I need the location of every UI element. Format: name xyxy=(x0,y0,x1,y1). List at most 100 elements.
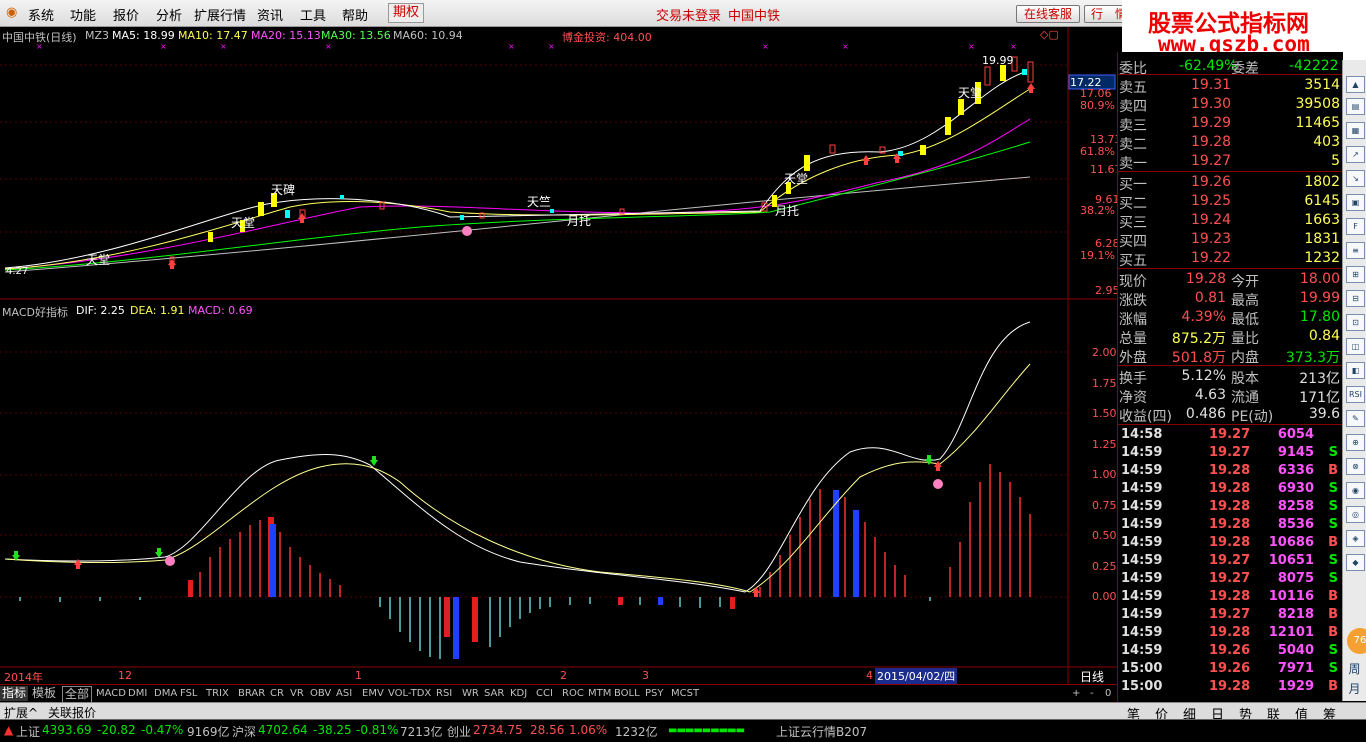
rsi-icon[interactable]: RSI xyxy=(1346,386,1365,403)
signal-bars-icon: ▬▬▬▬▬▬▬▬▬ xyxy=(668,725,745,736)
scroll-up-icon[interactable]: ▲ xyxy=(1346,76,1365,93)
date-label: 2 xyxy=(560,669,567,682)
svg-text:×: × xyxy=(160,42,167,51)
hs-name[interactable]: 沪深 xyxy=(232,723,256,740)
tab-psy[interactable]: PSY xyxy=(643,686,666,701)
toolbar-icon[interactable]: ⊟ xyxy=(1346,290,1365,307)
tick-side: B xyxy=(1328,589,1338,604)
menu-extended-market[interactable]: 扩展行情 xyxy=(194,5,246,24)
tick-row: 14:59 19.28 12101 B xyxy=(1117,625,1342,643)
toolbar-label[interactable]: 周 xyxy=(1346,662,1363,677)
tab-wr[interactable]: WR xyxy=(460,686,481,701)
toolbar-icon[interactable]: ◈ xyxy=(1346,530,1365,547)
stat-row: 总量 875.2万 量比 0.84 xyxy=(1119,328,1340,347)
chart-area[interactable]: × × × × × × × × × × xyxy=(0,27,1117,684)
badge-count[interactable]: 76 xyxy=(1347,628,1366,654)
tab-template[interactable]: 模板 xyxy=(30,686,58,701)
tab-mtm[interactable]: MTM xyxy=(586,686,613,701)
cy-name[interactable]: 创业 xyxy=(447,723,471,740)
toolbar-icon[interactable]: ▤ xyxy=(1346,98,1365,115)
reset-button[interactable]: 0 xyxy=(1103,686,1113,701)
brand-watermark: 股票公式指标网 www.gszb.com xyxy=(1122,0,1366,60)
tab-kdj[interactable]: KDJ xyxy=(508,686,529,701)
buy-row[interactable]: 买三 19.24 1663 xyxy=(1119,211,1342,231)
menu-function[interactable]: 功能 xyxy=(70,5,96,24)
tab-obv[interactable]: OBV xyxy=(308,686,333,701)
buy-row[interactable]: 买五 19.22 1232 xyxy=(1119,249,1342,269)
stat-row: 净资 4.63 流通 171亿 xyxy=(1119,387,1340,406)
tab-asi[interactable]: ASI xyxy=(334,686,354,701)
tab-trix[interactable]: TRIX xyxy=(204,686,231,701)
sell-row[interactable]: 卖一 19.27 5 xyxy=(1119,152,1342,172)
online-service-button[interactable]: 在线客服 xyxy=(1016,5,1080,23)
tab-brar[interactable]: BRAR xyxy=(236,686,267,701)
zoom-in-button[interactable]: + xyxy=(1070,686,1082,701)
toolbar-icon[interactable]: ▦ xyxy=(1346,122,1365,139)
cloud-quote-label[interactable]: 上证云行情B207 xyxy=(776,723,867,740)
tab-vol-tdx[interactable]: VOL-TDX xyxy=(386,686,433,701)
toolbar-icon[interactable]: ↗ xyxy=(1346,146,1365,163)
menu-options[interactable]: 期权 xyxy=(388,3,425,23)
toolbar-icon[interactable]: ⊗ xyxy=(1346,458,1365,475)
tick-time: 14:59 xyxy=(1121,499,1163,514)
tab-indicator[interactable]: 指标 xyxy=(0,686,29,701)
ma20-value: MA20: 15.13 xyxy=(251,29,321,42)
tab-dmi[interactable]: DMI xyxy=(126,686,149,701)
toolbar-icon[interactable]: ⊕ xyxy=(1346,434,1365,451)
buy-row[interactable]: 买四 19.23 1831 xyxy=(1119,230,1342,250)
login-status[interactable]: 交易未登录 xyxy=(656,5,721,24)
tab-roc[interactable]: ROC xyxy=(560,686,586,701)
toolbar-icon[interactable]: ◫ xyxy=(1346,338,1365,355)
zoom-out-button[interactable]: - xyxy=(1088,686,1096,701)
toolbar-icon[interactable]: ≡ xyxy=(1346,242,1365,259)
sh-percent: -0.47% xyxy=(141,723,184,737)
period-label[interactable]: 日线 xyxy=(1080,668,1104,685)
menu-quote[interactable]: 报价 xyxy=(113,5,139,24)
tick-price: 19.28 xyxy=(1209,499,1251,514)
menu-system[interactable]: 系统 xyxy=(28,5,54,24)
chart-mode-icon[interactable]: ◇▢ xyxy=(1040,28,1059,41)
tab-cci[interactable]: CCI xyxy=(534,686,555,701)
menu-news[interactable]: 资讯 xyxy=(257,5,283,24)
tab-emv[interactable]: EMV xyxy=(360,686,386,701)
tab-vr[interactable]: VR xyxy=(288,686,306,701)
tab-rsi[interactable]: RSI xyxy=(434,686,454,701)
toolbar-icon[interactable]: ◉ xyxy=(1346,482,1365,499)
tab-all[interactable]: 全部 xyxy=(62,686,93,703)
tick-side: S xyxy=(1328,571,1338,586)
toolbar-icon[interactable]: F xyxy=(1346,218,1365,235)
tab-macd[interactable]: MACD xyxy=(94,686,128,701)
tick-side: S xyxy=(1328,661,1338,676)
buy-row[interactable]: 买二 19.25 6145 xyxy=(1119,192,1342,212)
tick-time: 14:59 xyxy=(1121,445,1163,460)
tab-cr[interactable]: CR xyxy=(268,686,286,701)
macd-dif: DIF: 2.25 xyxy=(76,304,125,317)
tab-mcst[interactable]: MCST xyxy=(669,686,701,701)
sell-row[interactable]: 卖三 19.29 11465 xyxy=(1119,114,1342,134)
sell-row[interactable]: 卖二 19.28 403 xyxy=(1119,133,1342,153)
menu-analysis[interactable]: 分析 xyxy=(156,5,182,24)
sell-row[interactable]: 卖五 19.31 3514 xyxy=(1119,76,1342,96)
tick-row: 14:59 19.28 8258 S xyxy=(1117,499,1342,517)
sell-row[interactable]: 卖四 19.30 39508 xyxy=(1119,95,1342,115)
tab-sar[interactable]: SAR xyxy=(482,686,506,701)
toolbar-icon[interactable]: ✎ xyxy=(1346,410,1365,427)
toolbar-label[interactable]: 月 xyxy=(1346,682,1363,697)
tab-fsl[interactable]: FSL xyxy=(178,686,200,701)
toolbar-icon[interactable]: ◎ xyxy=(1346,506,1365,523)
toolbar-icon[interactable]: ⊡ xyxy=(1346,314,1365,331)
tick-volume: 10651 xyxy=(1268,553,1314,568)
sh-name[interactable]: 上证 xyxy=(16,723,40,740)
buy-row[interactable]: 买一 19.26 1802 xyxy=(1119,173,1342,193)
menu-help[interactable]: 帮助 xyxy=(342,5,368,24)
menu-tools[interactable]: 工具 xyxy=(300,5,326,24)
tab-boll[interactable]: BOLL xyxy=(612,686,642,701)
toolbar-icon[interactable]: ◧ xyxy=(1346,362,1365,379)
tab-dma[interactable]: DMA xyxy=(152,686,179,701)
toolbar-icon[interactable]: ↘ xyxy=(1346,170,1365,187)
toolbar-icon[interactable]: ▣ xyxy=(1346,194,1365,211)
ma30-value: MA30: 13.56 xyxy=(321,29,391,42)
toolbar-icon[interactable]: ⊞ xyxy=(1346,266,1365,283)
tick-row: 14:59 19.27 9145 S xyxy=(1117,445,1342,463)
toolbar-icon[interactable]: ◆ xyxy=(1346,554,1365,571)
